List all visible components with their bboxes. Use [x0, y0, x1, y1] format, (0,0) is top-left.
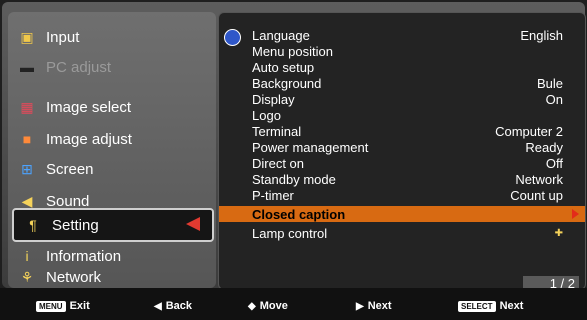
menu-panel: ▣ Input ▬ PC adjust ▦ Image select ■ Ima… [2, 2, 586, 292]
submenu-item-label: Language [252, 27, 310, 43]
submenu-item-label: Logo [252, 107, 281, 123]
menu-item-screen[interactable]: ⊞ Screen [8, 154, 216, 184]
submenu-item-menu-position[interactable]: Menu position [219, 43, 585, 59]
submenu-item-p-timer[interactable]: P-timer Count up [219, 187, 585, 203]
exit-hint: MENU Exit [36, 300, 90, 312]
image-select-icon: ▦ [20, 98, 34, 115]
arrow-right-icon [572, 209, 579, 219]
submenu-item-value: Computer 2 [495, 123, 563, 139]
submenu-item-label: Direct on [252, 155, 305, 171]
submenu-item-language[interactable]: Language English [219, 27, 585, 46]
submenu-item-label: Standby mode [252, 171, 336, 187]
menu-key-icon: MENU [36, 300, 66, 312]
submenu-item-value: Ready [525, 139, 563, 155]
move-label: Move [259, 300, 288, 312]
menu-item-pc-adjust[interactable]: ▬ PC adjust [8, 52, 216, 82]
pc-adjust-icon: ▬ [20, 59, 34, 75]
osd-frame: ▣ Input ▬ PC adjust ▦ Image select ■ Ima… [0, 0, 587, 320]
menu-item-input[interactable]: ▣ Input [8, 22, 216, 52]
submenu-panel: Language English Menu position Auto setu… [218, 12, 586, 292]
lamp-icon: ✚ [554, 227, 563, 239]
select-key-icon: SELECT [458, 300, 496, 312]
menu-item-label: Screen [46, 160, 94, 178]
submenu-item-value: On [545, 91, 563, 107]
right-arrow-icon: ▶ [356, 300, 364, 312]
submenu-item-logo[interactable]: Logo [219, 107, 585, 123]
left-menu: ▣ Input ▬ PC adjust ▦ Image select ■ Ima… [8, 12, 216, 288]
image-adjust-icon: ■ [22, 131, 32, 147]
submenu-item-auto-setup[interactable]: Auto setup [219, 59, 585, 75]
screen-icon: ⊞ [21, 160, 33, 177]
move-hint: ◆ Move [248, 300, 288, 312]
input-icon: ▣ [20, 28, 34, 45]
submenu-item-value: Off [545, 155, 563, 171]
menu-item-label: Setting [52, 216, 99, 234]
menu-item-label: Input [46, 28, 80, 46]
menu-item-label: PC adjust [46, 58, 112, 76]
submenu-item-label: Display [252, 91, 295, 107]
submenu-item-label: Background [252, 75, 322, 91]
submenu-item-label: Auto setup [252, 59, 315, 75]
menu-item-image-select[interactable]: ▦ Image select [8, 92, 216, 122]
submenu-item-value: Bule [536, 75, 563, 91]
submenu-item-label: Closed caption [252, 206, 346, 222]
menu-item-label: Image select [46, 98, 132, 116]
submenu-item-label: Power management [252, 139, 369, 155]
menu-item-label: Sound [46, 192, 90, 210]
submenu-item-label: Lamp control [252, 225, 328, 241]
menu-item-setting[interactable]: ¶ Setting [12, 208, 214, 242]
submenu-item-power-management[interactable]: Power management Ready [219, 139, 585, 155]
submenu-item-standby-mode[interactable]: Standby mode Network [219, 171, 585, 187]
submenu-item-display[interactable]: Display On [219, 91, 585, 107]
setting-icon: ¶ [29, 217, 37, 233]
next-hint: ▶ Next [356, 300, 392, 312]
submenu-item-direct-on[interactable]: Direct on Off [219, 155, 585, 171]
back-label: Back [165, 300, 192, 312]
submenu-item-label: Menu position [252, 43, 333, 59]
left-arrow-icon: ◀ [154, 300, 162, 312]
submenu-item-label: Terminal [252, 123, 302, 139]
menu-item-image-adjust[interactable]: ■ Image adjust [8, 124, 216, 154]
next-label: Next [367, 300, 392, 312]
submenu-item-value: English [520, 27, 563, 43]
select-next-hint: SELECT Next [458, 300, 523, 312]
selection-arrow-icon [186, 217, 200, 231]
submenu-item-lamp-control[interactable]: Lamp control ✚ [219, 225, 585, 241]
menu-item-label: Image adjust [46, 130, 132, 148]
submenu-item-background[interactable]: Background Bule [219, 75, 585, 91]
submenu-item-terminal[interactable]: Terminal Computer 2 [219, 123, 585, 139]
menu-item-label: Network [46, 268, 102, 286]
submenu-item-value: Network [515, 171, 563, 187]
submenu-item-closed-caption[interactable]: Closed caption [219, 206, 585, 222]
submenu-item-value: Count up [510, 187, 563, 203]
submenu-item-label: P-timer [252, 187, 294, 203]
exit-label: Exit [69, 300, 90, 312]
network-icon: ⚘ [20, 268, 34, 285]
back-hint: ◀ Back [154, 300, 192, 312]
move-arrow-icon: ◆ [248, 300, 256, 312]
select-next-label: Next [499, 300, 524, 312]
